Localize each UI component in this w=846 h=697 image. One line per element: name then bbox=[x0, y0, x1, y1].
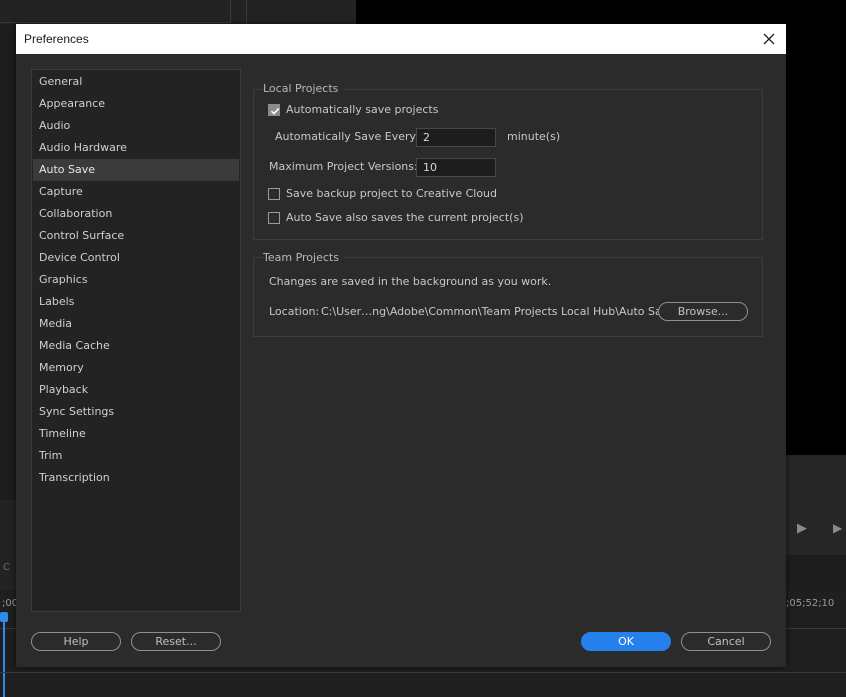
save-interval-label: Automatically Save Every: bbox=[275, 130, 419, 143]
sidebar-item-general[interactable]: General bbox=[33, 71, 239, 93]
auto-save-checkbox[interactable] bbox=[268, 104, 280, 116]
sidebar-item-control-surface[interactable]: Control Surface bbox=[33, 225, 239, 247]
sidebar-item-trim[interactable]: Trim bbox=[33, 445, 239, 467]
auto-save-label: Automatically save projects bbox=[286, 103, 439, 116]
team-projects-title: Team Projects bbox=[263, 251, 345, 264]
team-projects-group bbox=[253, 257, 763, 337]
location-label: Location: bbox=[269, 305, 320, 318]
step-forward-icon[interactable]: ▶❙ bbox=[833, 521, 846, 535]
save-interval-input[interactable]: 2 bbox=[416, 128, 496, 147]
sidebar-item-device-control[interactable]: Device Control bbox=[33, 247, 239, 269]
team-projects-info: Changes are saved in the background as y… bbox=[269, 275, 552, 288]
browse-button[interactable]: Browse... bbox=[658, 302, 748, 321]
save-interval-unit: minute(s) bbox=[507, 130, 561, 143]
cancel-button[interactable]: Cancel bbox=[681, 632, 771, 651]
help-button[interactable]: Help bbox=[31, 632, 121, 651]
sidebar-item-timeline[interactable]: Timeline bbox=[33, 423, 239, 445]
sidebar-item-audio[interactable]: Audio bbox=[33, 115, 239, 137]
background-panel-header bbox=[0, 0, 356, 24]
ok-button[interactable]: OK bbox=[581, 632, 671, 651]
timeline-timecode-right: ;05;52;10 bbox=[786, 598, 835, 609]
sidebar-item-media-cache[interactable]: Media Cache bbox=[33, 335, 239, 357]
max-versions-label: Maximum Project Versions: bbox=[269, 160, 418, 173]
close-icon bbox=[763, 33, 775, 45]
transport-controls bbox=[786, 455, 846, 555]
sidebar-item-graphics[interactable]: Graphics bbox=[33, 269, 239, 291]
close-button[interactable] bbox=[758, 28, 780, 50]
preferences-category-list: General Appearance Audio Audio Hardware Auto… bbox=[31, 69, 241, 612]
save-current-checkbox[interactable] bbox=[268, 212, 280, 224]
checkmark-icon bbox=[270, 107, 280, 115]
backup-cloud-checkbox[interactable] bbox=[268, 188, 280, 200]
dialog-titlebar: Preferences bbox=[16, 24, 786, 54]
preferences-dialog: Preferences General Appearance Audio Audio … bbox=[16, 24, 786, 667]
sidebar-item-capture[interactable]: Capture bbox=[33, 181, 239, 203]
location-path: C:\User…ng\Adobe\Common\Team Projects Lo… bbox=[321, 305, 681, 318]
reset-button[interactable]: Reset... bbox=[131, 632, 221, 651]
local-projects-title: Local Projects bbox=[263, 82, 345, 95]
sidebar-item-transcription[interactable]: Transcription bbox=[33, 467, 239, 489]
sidebar-item-collaboration[interactable]: Collaboration bbox=[33, 203, 239, 225]
backup-cloud-label: Save backup project to Creative Cloud bbox=[286, 187, 497, 200]
sidebar-item-auto-save[interactable]: Auto Save bbox=[33, 159, 239, 181]
max-versions-input[interactable]: 10 bbox=[416, 158, 496, 177]
divider bbox=[0, 672, 846, 673]
sidebar-item-playback[interactable]: Playback bbox=[33, 379, 239, 401]
play-icon[interactable]: ▶ bbox=[797, 521, 807, 536]
sidebar-item-audio-hardware[interactable]: Audio Hardware bbox=[33, 137, 239, 159]
sidebar-item-memory[interactable]: Memory bbox=[33, 357, 239, 379]
panel-letter: C bbox=[3, 562, 10, 573]
dialog-title: Preferences bbox=[24, 32, 89, 46]
sidebar-item-sync-settings[interactable]: Sync Settings bbox=[33, 401, 239, 423]
save-current-label: Auto Save also saves the current project… bbox=[286, 211, 524, 224]
background-panel-tab bbox=[246, 0, 357, 24]
playhead-line[interactable] bbox=[3, 612, 5, 697]
sidebar-item-appearance[interactable]: Appearance bbox=[33, 93, 239, 115]
sidebar-item-labels[interactable]: Labels bbox=[33, 291, 239, 313]
background-panel-tab bbox=[0, 0, 231, 23]
sidebar-item-media[interactable]: Media bbox=[33, 313, 239, 335]
